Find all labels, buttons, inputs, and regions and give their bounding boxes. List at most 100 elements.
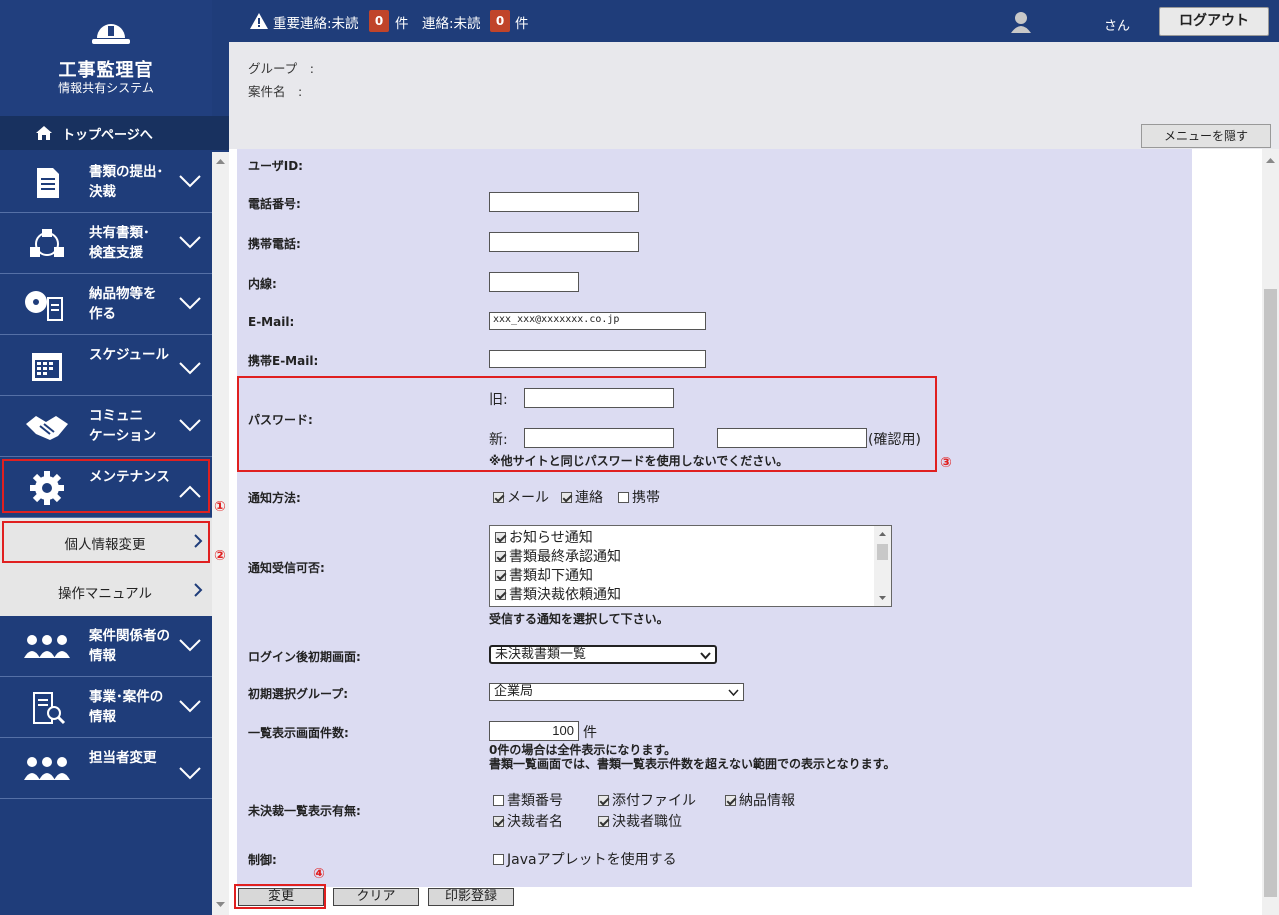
top-page-link[interactable]: トップページへ — [0, 116, 229, 150]
scrollbar-thumb[interactable] — [877, 544, 888, 560]
logout-button[interactable]: ログアウト — [1159, 7, 1269, 36]
checkbox-checked[interactable] — [495, 550, 506, 562]
app-logo[interactable]: 工事監理官 情報共有システム — [0, 0, 212, 116]
scroll-up-icon — [1266, 158, 1275, 163]
sidebar-item-deliverables[interactable]: 納品物等を 作る — [0, 274, 212, 335]
email-input[interactable]: xxx_xxx@xxxxxxx.co.jp — [489, 312, 706, 330]
sidebar-item-label: 決裁 — [89, 184, 116, 200]
list-item-label: 書類最終承認通知 — [509, 549, 621, 565]
checkbox-unchecked[interactable] — [493, 794, 504, 806]
contact-unread-label[interactable]: 連絡:未読 — [422, 12, 481, 32]
checkbox-checked[interactable] — [725, 794, 736, 806]
submenu-manual[interactable]: 操作マニュアル — [0, 567, 212, 616]
important-unread-label[interactable]: 重要連絡:未読 — [273, 12, 359, 32]
java-applet-checkbox[interactable]: Javaアプレットを使用する — [493, 849, 677, 869]
pending-approver-title-checkbox[interactable]: 決裁者職位 — [598, 811, 682, 831]
notify-receive-list[interactable]: お知らせ通知 書類最終承認通知 書類却下通知 書類決裁依頼通知 — [489, 525, 892, 607]
page-scrollbar[interactable] — [1262, 149, 1279, 915]
new-password-input[interactable] — [524, 428, 674, 448]
initial-group-select[interactable]: 企業局 — [489, 683, 744, 701]
checkbox-unchecked[interactable] — [618, 491, 629, 503]
sidebar-item-schedule[interactable]: スケジュール — [0, 335, 212, 396]
submenu-label: 操作マニュアル — [57, 586, 153, 602]
sidebar-item-label: 書類の提出･ — [89, 164, 164, 180]
pending-doc-number-checkbox[interactable]: 書類番号 — [493, 790, 563, 810]
mobile-input[interactable] — [489, 232, 639, 252]
chevron-down-icon — [179, 175, 201, 188]
annotation-marker-3: ③ — [940, 455, 952, 471]
form-panel — [237, 149, 1192, 887]
hide-menu-button[interactable]: メニューを隠す — [1141, 124, 1271, 148]
checkbox-checked[interactable] — [561, 491, 572, 503]
password-note: ※他サイトと同じパスワードを使用しないでください。 — [489, 454, 789, 468]
sidebar-item-label: スケジュール — [89, 347, 170, 363]
sidebar-item-documents[interactable]: 書類の提出･ 決裁 — [0, 152, 212, 213]
pending-delivery-checkbox[interactable]: 納品情報 — [725, 790, 795, 810]
checkbox-checked[interactable] — [495, 588, 506, 600]
mobile-label: 携帯電話: — [248, 237, 301, 251]
initial-group-label: 初期選択グループ: — [248, 687, 349, 701]
chevron-right-icon — [194, 583, 203, 597]
sidebar-item-stakeholders[interactable]: 案件関係者の 情報 — [0, 616, 212, 677]
handshake-icon — [26, 416, 68, 440]
method-mobile-checkbox[interactable]: 携帯 — [618, 487, 660, 507]
app-subtitle: 情報共有システム — [58, 81, 154, 95]
checkbox-checked[interactable] — [493, 491, 504, 503]
user-id-label: ユーザID: — [248, 159, 303, 173]
sidebar-item-person-change[interactable]: 担当者変更 — [0, 738, 212, 799]
sidebar-item-communication[interactable]: コミュニ ケーション — [0, 396, 212, 457]
change-button[interactable]: 変更 — [238, 888, 324, 906]
old-password-input[interactable] — [524, 388, 674, 408]
group-label: グループ : — [248, 61, 314, 76]
checkbox-checked[interactable] — [495, 531, 506, 543]
initial-screen-select[interactable]: 未決裁書類一覧 — [489, 645, 717, 664]
list-scrollbar[interactable] — [874, 526, 891, 606]
mobile-email-input[interactable] — [489, 350, 706, 368]
sidebar-item-label: 情報 — [89, 648, 116, 664]
phone-input[interactable] — [489, 192, 639, 212]
select-value: 企業局 — [494, 684, 534, 699]
pending-approver-checkbox[interactable]: 決裁者名 — [493, 811, 563, 831]
method-contact-checkbox[interactable]: 連絡 — [561, 487, 603, 507]
checkbox-checked[interactable] — [493, 815, 504, 827]
checkbox-unchecked[interactable] — [493, 853, 504, 865]
checkbox-label: Javaアプレットを使用する — [507, 852, 677, 868]
user-name-suffix: さん — [1104, 19, 1131, 34]
chevron-down-icon — [179, 297, 201, 310]
checkbox-label: 連絡 — [575, 490, 603, 506]
stamp-register-button[interactable]: 印影登録 — [428, 888, 514, 906]
list-count-input[interactable]: 100 — [489, 721, 579, 741]
method-mail-checkbox[interactable]: メール — [493, 487, 549, 507]
list-item[interactable]: 書類却下通知 — [495, 565, 593, 585]
pending-display-label: 未決裁一覧表示有無: — [248, 804, 361, 818]
list-count-note-2: 書類一覧画面では、書類一覧表示件数を超えない範囲での表示となります。 — [489, 757, 896, 771]
info-bar: グループ : 案件名 : メニューを隠す — [229, 42, 1279, 149]
scrollbar-thumb[interactable] — [1264, 289, 1277, 897]
checkbox-checked[interactable] — [495, 569, 506, 581]
notify-note: 受信する通知を選択して下さい。 — [489, 612, 669, 626]
checkbox-label: 添付ファイル — [612, 793, 696, 809]
select-value: 未決裁書類一覧 — [495, 647, 587, 662]
initial-screen-label: ログイン後初期画面: — [248, 650, 361, 664]
list-item[interactable]: お知らせ通知 — [495, 527, 593, 547]
list-item[interactable]: 書類決裁依頼通知 — [495, 584, 621, 604]
project-name-label: 案件名 : — [248, 84, 303, 99]
checkbox-label: 納品情報 — [739, 793, 795, 809]
sidebar-item-shared-docs[interactable]: 共有書類･ 検査支援 — [0, 213, 212, 274]
count-unit: 件 — [515, 16, 529, 32]
sidebar-item-projects[interactable]: 事業･案件の 情報 — [0, 677, 212, 738]
sidebar-item-label: 案件関係者の — [89, 628, 170, 644]
extension-input[interactable] — [489, 272, 579, 292]
sidebar-scrollbar[interactable] — [212, 152, 229, 915]
scroll-up-icon — [216, 159, 225, 164]
pending-attachment-checkbox[interactable]: 添付ファイル — [598, 790, 696, 810]
phone-label: 電話番号: — [248, 197, 301, 211]
confirm-password-input[interactable] — [717, 428, 867, 448]
clear-button[interactable]: クリア — [333, 888, 419, 906]
checkbox-checked[interactable] — [598, 815, 609, 827]
checkbox-checked[interactable] — [598, 794, 609, 806]
sidebar-item-label: ケーション — [89, 428, 157, 444]
people-change-icon — [24, 757, 70, 780]
confirm-label: (確認用) — [868, 432, 921, 448]
list-item[interactable]: 書類最終承認通知 — [495, 546, 621, 566]
